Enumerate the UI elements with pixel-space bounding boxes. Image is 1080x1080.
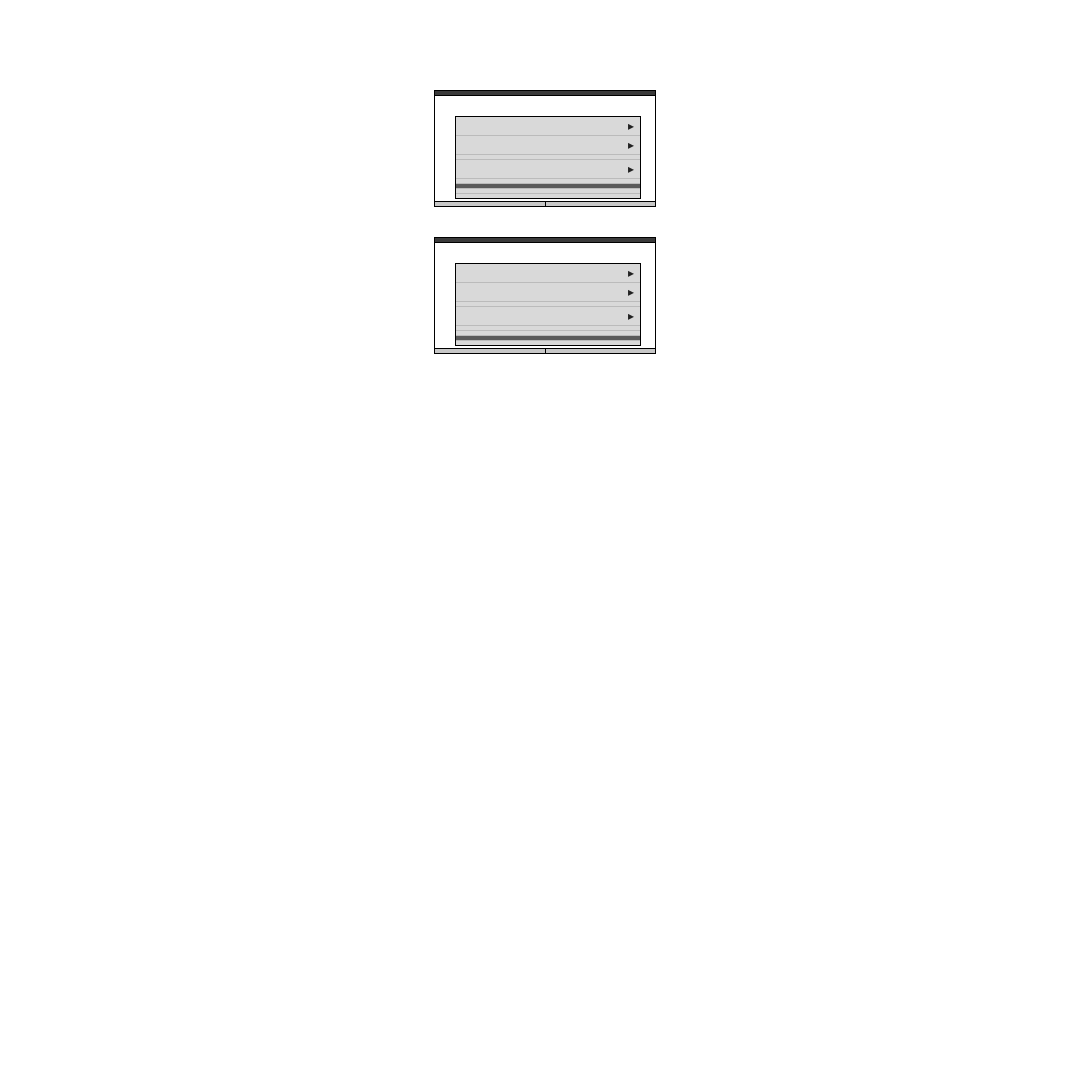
menu-item-remove[interactable]: ▸ [456, 283, 640, 302]
softkey-menu[interactable] [545, 349, 656, 353]
softkey-menu[interactable] [545, 202, 656, 206]
menu-item-slide[interactable]: ▸ [456, 307, 640, 326]
menu-item-cancel-message[interactable] [456, 194, 640, 198]
softkey-bar [435, 201, 655, 206]
submenu-arrow-icon: ▸ [628, 138, 634, 152]
submenu-arrow-icon: ▸ [628, 309, 634, 323]
context-menu: ▸ ▸ ▸ [455, 263, 641, 346]
softkey-bar [435, 348, 655, 353]
context-menu: ▸ ▸ ▸ [455, 116, 641, 199]
phone-body: ▸ ▸ ▸ [435, 243, 655, 348]
menu-item-insert[interactable]: ▸ [456, 117, 640, 136]
menu-item-cancel-message[interactable] [456, 341, 640, 345]
submenu-arrow-icon: ▸ [628, 266, 634, 280]
phone-body: ▸ ▸ ▸ [435, 96, 655, 201]
submenu-arrow-icon: ▸ [628, 162, 634, 176]
phone-screen-2: ▸ ▸ ▸ [434, 237, 656, 354]
menu-item-slide[interactable]: ▸ [456, 160, 640, 179]
phone-screen-1: ▸ ▸ ▸ [434, 90, 656, 207]
submenu-arrow-icon: ▸ [628, 119, 634, 133]
softkey-send[interactable] [435, 202, 545, 206]
menu-item-remove[interactable]: ▸ [456, 136, 640, 155]
document-page: ▸ ▸ ▸ ▸ ▸ ▸ [0, 0, 1080, 1080]
submenu-arrow-icon: ▸ [628, 285, 634, 299]
softkey-send[interactable] [435, 349, 545, 353]
menu-item-insert[interactable]: ▸ [456, 264, 640, 283]
